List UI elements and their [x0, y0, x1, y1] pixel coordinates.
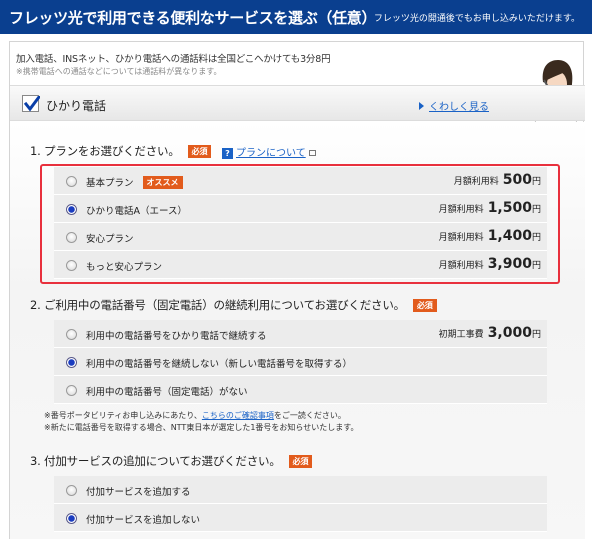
help-icon: ?	[222, 148, 233, 159]
option-label: 利用中の電話番号をひかり電話で継続する	[86, 331, 267, 342]
header-subtitle: フレッツ光の開通後でもお申し込みいただけます。	[373, 14, 580, 24]
radio-button[interactable]	[66, 329, 77, 340]
confirmation-link[interactable]: こちらのご確認事項	[202, 411, 274, 420]
page-title: フレッツ光で利用できる便利なサービスを選ぶ（任意）	[9, 9, 377, 27]
service-description: 加入電話、INSネット、ひかり電話への通話料は全国どこへかけても3分8円	[16, 54, 331, 65]
addon-option-add[interactable]: 付加サービスを追加する	[54, 476, 547, 504]
option-label: 利用中の電話番号（固定電話）がない	[86, 387, 248, 398]
question-addon-label: 3. 付加サービスの追加についてお選びください。	[30, 454, 281, 468]
option-label: 付加サービスを追加する	[86, 487, 191, 498]
phone-option-continue[interactable]: 利用中の電話番号をひかり電話で継続する 初期工事費 3,000円	[54, 320, 547, 348]
phone-option-none[interactable]: 利用中の電話番号（固定電話）がない	[54, 376, 547, 404]
plan-help-link[interactable]: ? プランについて	[222, 144, 316, 159]
service-card: 加入電話、INSネット、ひかり電話への通話料は全国どこへかけても3分8円 ※携帯…	[9, 41, 585, 539]
details-link[interactable]: くわしく見る	[419, 98, 489, 113]
phone-option-new-number[interactable]: 利用中の電話番号を継続しない（新しい電話番号を取得する）	[54, 348, 547, 376]
service-checkbox[interactable]	[22, 94, 42, 112]
arrow-right-icon	[419, 102, 424, 110]
price: 初期工事費 3,000円	[438, 325, 541, 341]
phone-number-options: 利用中の電話番号をひかり電話で継続する 初期工事費 3,000円 利用中の電話番号…	[54, 320, 547, 404]
radio-button-selected[interactable]	[66, 357, 77, 368]
question-plan: 1. プランをお選びください。 必須	[30, 143, 212, 159]
option-label: 利用中の電話番号を継続しない（新しい電話番号を取得する）	[86, 359, 353, 370]
addon-option-no-add[interactable]: 付加サービスを追加しない	[54, 504, 547, 532]
radio-button[interactable]	[66, 385, 77, 396]
option-label: 付加サービスを追加しない	[86, 515, 201, 526]
question-phone-number: 2. ご利用中の電話番号（固定電話）の継続利用についてお選びください。 必須	[30, 297, 437, 313]
radio-button[interactable]	[66, 485, 77, 496]
question-plan-label: 1. プランをお選びください。	[30, 144, 180, 158]
details-link-label: くわしく見る	[429, 102, 489, 113]
question-phone-label: 2. ご利用中の電話番号（固定電話）の継続利用についてお選びください。	[30, 298, 405, 312]
question-addon: 3. 付加サービスの追加についてお選びください。 必須	[30, 453, 313, 469]
service-name: ひかり電話	[46, 99, 107, 113]
required-badge: 必須	[288, 455, 313, 468]
external-link-icon	[308, 150, 316, 156]
phone-notes: ※番号ポータビリティお申し込みにあたり、こちらのご確認事項をご一読ください。 ※…	[44, 410, 358, 434]
check-icon	[23, 94, 42, 112]
service-row: ひかり電話 くわしく見る	[10, 85, 585, 121]
radio-button-selected[interactable]	[66, 513, 77, 524]
highlight-box	[40, 164, 560, 284]
required-badge: 必須	[412, 299, 437, 312]
note-portability: ※番号ポータビリティお申し込みにあたり、こちらのご確認事項をご一読ください。	[44, 411, 346, 420]
required-badge: 必須	[187, 145, 212, 158]
page-header: フレッツ光で利用できる便利なサービスを選ぶ（任意） フレッツ光の開通後でもお申し…	[0, 0, 592, 34]
note-new-number: ※新たに電話番号を取得する場合、NTT東日本が選定した1番号をお知らせいたします…	[44, 423, 359, 432]
plan-help-label: プランについて	[236, 148, 306, 159]
addon-options: 付加サービスを追加する 付加サービスを追加しない	[54, 476, 547, 532]
service-note: ※携帯電話への通話などについては通話料が異なります。	[16, 67, 222, 76]
